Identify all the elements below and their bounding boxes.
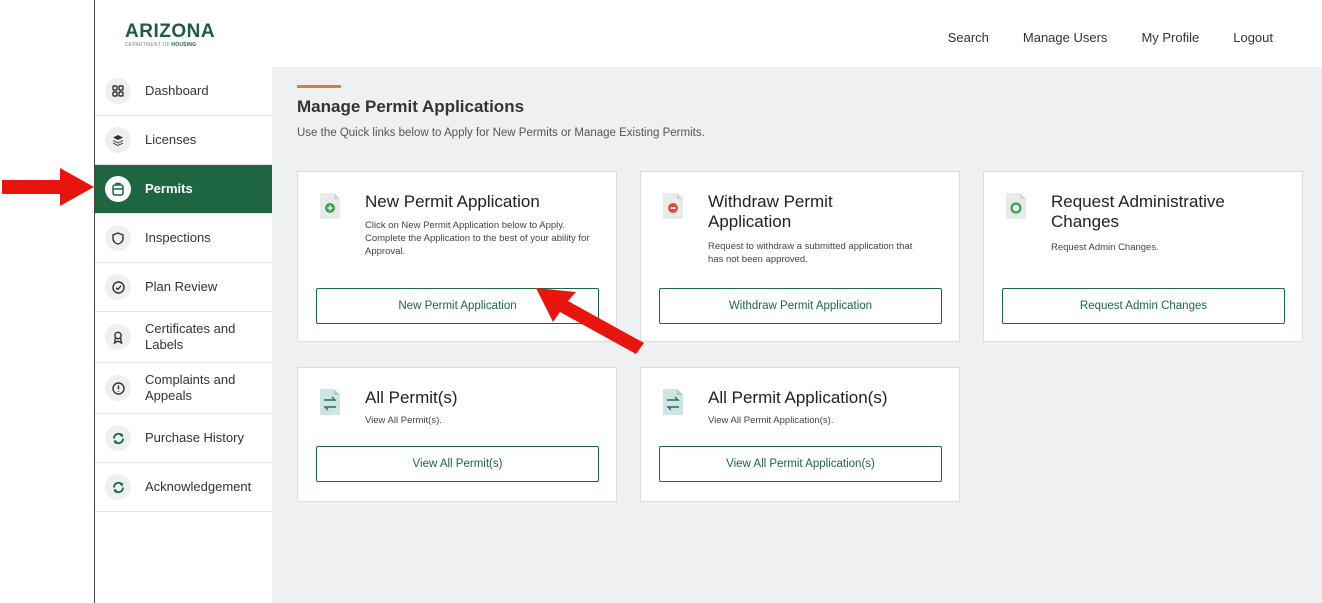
- logo-subtitle: DEPARTMENT OF HOUSING: [125, 42, 197, 48]
- refresh-icon: [105, 425, 131, 451]
- clipboard-icon: [105, 176, 131, 202]
- nav-manage-users-link[interactable]: Manage Users: [1023, 30, 1108, 45]
- award-icon: [105, 324, 131, 350]
- view-all-permit-applications-button[interactable]: View All Permit Application(s): [659, 446, 942, 482]
- alert-circle-icon: [105, 375, 131, 401]
- card-title: Withdraw Permit Application: [708, 192, 833, 231]
- card-description: Click on New Permit Application below to…: [365, 220, 590, 257]
- arizona-housing-logo[interactable]: ARIZONA DEPARTMENT OF HOUSING: [125, 22, 227, 48]
- request-admin-changes-button[interactable]: Request Admin Changes: [1002, 288, 1285, 324]
- card-withdraw-permit-application: Withdraw Permit Application Request to w…: [640, 171, 960, 342]
- annotation-arrow-new-permit: [536, 288, 644, 354]
- top-nav: Search Manage Users My Profile Logout: [914, 30, 1273, 45]
- page-title: Manage Permit Applications: [297, 97, 525, 116]
- sidebar-item-inspections[interactable]: Inspections: [95, 214, 272, 263]
- sidebar: Dashboard Licenses Permits Inspections P…: [95, 67, 272, 603]
- sidebar-item-certificates-and-labels[interactable]: Certificates and Labels: [95, 312, 272, 363]
- sidebar-item-label: Inspections: [145, 230, 211, 245]
- document-minus-icon: [663, 193, 683, 219]
- card-description: Request Admin Changes.: [1051, 242, 1159, 253]
- document-plus-icon: [320, 193, 340, 219]
- card-all-permit-applications: All Permit Application(s) View All Permi…: [640, 367, 960, 502]
- app-window: ARIZONA DEPARTMENT OF HOUSING Search Man…: [94, 0, 1322, 603]
- sidebar-item-dashboard[interactable]: Dashboard: [95, 67, 272, 116]
- document-swap-icon: [320, 389, 340, 415]
- sidebar-item-permits[interactable]: Permits: [95, 165, 272, 214]
- sidebar-item-label: Purchase History: [145, 430, 244, 445]
- check-circle-icon: [105, 274, 131, 300]
- sidebar-item-label: Certificates and Labels: [145, 321, 236, 352]
- card-request-administrative-changes: Request Administrative Changes Request A…: [983, 171, 1303, 342]
- layers-icon: [105, 127, 131, 153]
- card-description: Request to withdraw a submitted applicat…: [708, 241, 913, 265]
- nav-search-link[interactable]: Search: [948, 30, 989, 45]
- document-swap-icon: [663, 389, 683, 415]
- card-description: View All Permit(s).: [365, 415, 442, 426]
- sidebar-item-acknowledgement[interactable]: Acknowledgement: [95, 463, 272, 512]
- sidebar-item-label: Acknowledgement: [145, 479, 252, 494]
- page-subtitle: Use the Quick links below to Apply for N…: [297, 127, 705, 139]
- sidebar-item-label: Licenses: [145, 132, 197, 147]
- nav-my-profile-link[interactable]: My Profile: [1141, 30, 1199, 45]
- view-all-permits-button[interactable]: View All Permit(s): [316, 446, 599, 482]
- top-header: ARIZONA DEPARTMENT OF HOUSING Search Man…: [95, 0, 1322, 67]
- sidebar-item-label: Permits: [145, 181, 193, 196]
- card-title: Request Administrative Changes: [1051, 192, 1225, 231]
- sidebar-item-label: Dashboard: [145, 83, 209, 98]
- title-accent-bar: [297, 85, 341, 88]
- sidebar-item-label: Plan Review: [145, 279, 218, 294]
- card-title: All Permit(s): [365, 388, 458, 407]
- card-description: View All Permit Application(s).: [708, 415, 834, 426]
- card-title: All Permit Application(s): [708, 388, 888, 407]
- sidebar-item-plan-review[interactable]: Plan Review: [95, 263, 272, 312]
- main-content: Manage Permit Applications Use the Quick…: [272, 67, 1322, 603]
- shield-icon: [105, 225, 131, 251]
- document-circle-icon: [1006, 193, 1026, 219]
- annotation-arrow-permits: [2, 168, 94, 206]
- nav-logout-link[interactable]: Logout: [1233, 30, 1273, 45]
- sidebar-item-licenses[interactable]: Licenses: [95, 116, 272, 165]
- grid-icon: [105, 78, 131, 104]
- card-title: New Permit Application: [365, 192, 540, 211]
- sidebar-item-purchase-history[interactable]: Purchase History: [95, 414, 272, 463]
- sidebar-item-complaints-and-appeals[interactable]: Complaints and Appeals: [95, 363, 272, 414]
- refresh-icon: [105, 474, 131, 500]
- sidebar-item-label: Complaints and Appeals: [145, 372, 236, 403]
- logo-title: ARIZONA: [125, 21, 216, 42]
- card-all-permits: All Permit(s) View All Permit(s). View A…: [297, 367, 617, 502]
- withdraw-permit-application-button[interactable]: Withdraw Permit Application: [659, 288, 942, 324]
